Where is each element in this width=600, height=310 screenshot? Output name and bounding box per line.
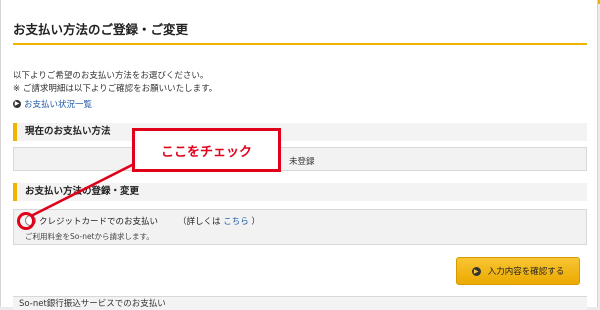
intro-line-2: ※ ご請求明細は以下よりご確認をお願いいたします。 — [13, 83, 218, 94]
confirm-input-button[interactable]: ▶ 入力内容を確認する — [456, 257, 580, 285]
detail-text: （詳しくは こちら ） — [178, 215, 260, 227]
current-method-value: 未登録 — [289, 157, 315, 167]
arrow-circle-icon: ▶ — [471, 266, 481, 276]
confirm-input-button-label: 入力内容を確認する — [487, 267, 565, 277]
page-title: お支払い方法のご登録・ご変更 — [13, 22, 189, 37]
title-underline — [13, 43, 587, 45]
intro-text: 以下よりご希望のお支払い方法をお選びください。 ※ ご請求明細は以下よりご確認を… — [13, 70, 217, 95]
intro-line-1: 以下よりご希望のお支払い方法をお選びください。 — [13, 71, 209, 81]
payment-status-link[interactable]: ▶ お支払い状況一覧 — [13, 98, 92, 110]
detail-suffix: ） — [251, 217, 260, 227]
payment-status-link-label: お支払い状況一覧 — [24, 100, 93, 110]
arrow-circle-icon: ▶ — [13, 100, 21, 108]
current-method-header: 現在のお支払い方法 — [13, 123, 587, 141]
annotation-callout: ここをチェック — [132, 128, 281, 172]
register-method-header: お支払い方法の登録・変更 — [13, 183, 587, 201]
detail-prefix: （詳しくは — [178, 217, 221, 227]
detail-link[interactable]: こちら — [223, 217, 249, 227]
page-panel: お支払い方法のご登録・ご変更 以下よりご希望のお支払い方法をお選びください。 ※… — [0, 0, 598, 310]
credit-card-option[interactable]: クレジットカードでのお支払い （詳しくは こちら ） ご利用料金をSo-netか… — [13, 209, 587, 245]
bank-transfer-section-header: So-net銀行振込サービスでのお支払い — [13, 296, 587, 310]
credit-card-option-sub: ご利用料金をSo-netから請求します。 — [25, 232, 154, 241]
current-method-row: 未登録 — [13, 147, 587, 171]
credit-card-option-label: クレジットカードでのお支払い — [39, 217, 159, 227]
annotation-circle — [17, 212, 35, 230]
